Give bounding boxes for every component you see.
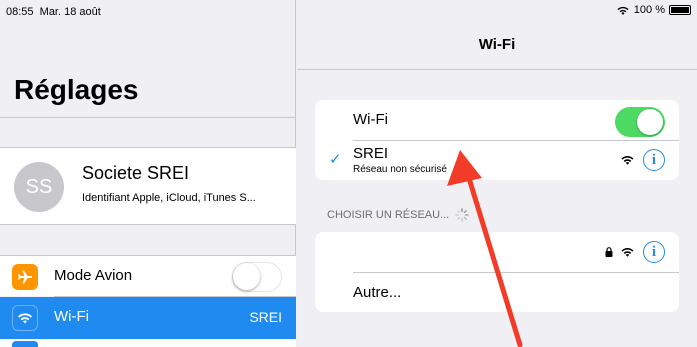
wifi-icon xyxy=(12,305,38,331)
status-time: 08:55 xyxy=(6,6,34,18)
sidebar-item-wifi[interactable]: Wi-Fi SREI xyxy=(0,297,296,339)
other-network-row[interactable]: Autre... xyxy=(315,273,679,313)
profile-name: Societe SREI xyxy=(82,163,190,183)
sidebar-item-airplane-mode[interactable]: Mode Avion xyxy=(0,256,296,296)
wifi-toggle-row: Wi-Fi xyxy=(315,100,679,140)
divider xyxy=(0,224,295,225)
battery-icon xyxy=(669,5,691,15)
nav-title: Wi-Fi xyxy=(478,36,516,53)
bluetooth-icon xyxy=(12,341,38,347)
wifi-detail-pane: 100 % Wi-Fi Wi-Fi ✓ SREI Réseau non sécu… xyxy=(297,0,697,347)
checkmark-icon: ✓ xyxy=(329,151,342,168)
status-right: 100 % xyxy=(616,4,691,16)
airplane-mode-toggle[interactable] xyxy=(232,262,282,292)
status-date: Mar. 18 août xyxy=(39,6,101,18)
divider xyxy=(0,117,295,118)
wifi-toggle[interactable] xyxy=(615,107,665,137)
info-icon[interactable]: i xyxy=(643,149,665,171)
wifi-card: Wi-Fi ✓ SREI Réseau non sécurisé i xyxy=(315,100,679,180)
airplane-icon xyxy=(12,264,38,290)
info-icon[interactable]: i xyxy=(643,241,665,263)
sidebar-item-label: Mode Avion xyxy=(54,267,133,284)
battery-percent: 100 % xyxy=(633,4,665,16)
profile-subtitle: Identifiant Apple, iCloud, iTunes S... xyxy=(82,192,256,204)
page-title: Réglages xyxy=(14,74,139,105)
toggle-knob xyxy=(637,109,663,135)
toggle-knob xyxy=(233,263,260,290)
section-header-label: CHOISIR UN RÉSEAU... xyxy=(327,209,450,221)
apple-id-profile-row[interactable]: SS Societe SREI Identifiant Apple, iClou… xyxy=(0,148,296,224)
wifi-row-label: Wi-Fi xyxy=(353,111,388,128)
next-row-partial xyxy=(0,339,296,347)
network-ssid: SREI xyxy=(353,145,389,162)
sidebar-item-label: Wi-Fi xyxy=(54,308,89,325)
lock-icon xyxy=(605,247,613,257)
network-list-card: i Autre... xyxy=(315,232,679,312)
wifi-signal-icon xyxy=(621,156,634,165)
section-header: CHOISIR UN RÉSEAU... xyxy=(327,208,469,222)
connected-network-row[interactable]: ✓ SREI Réseau non sécurisé i xyxy=(315,140,679,180)
network-status: Réseau non sécurisé xyxy=(353,164,447,175)
nav-bar: Wi-Fi xyxy=(297,20,697,70)
settings-sidebar: 08:55 Mar. 18 août Réglages SS Societe S… xyxy=(0,0,296,347)
sidebar-item-value: SREI xyxy=(249,309,282,325)
status-time-date: 08:55 Mar. 18 août xyxy=(6,6,101,18)
avatar: SS xyxy=(14,162,64,212)
network-row[interactable]: i xyxy=(315,232,679,272)
other-network-label: Autre... xyxy=(353,284,402,301)
loading-spinner-icon xyxy=(455,208,469,222)
status-wifi-icon xyxy=(617,6,629,15)
wifi-signal-icon xyxy=(621,248,634,257)
